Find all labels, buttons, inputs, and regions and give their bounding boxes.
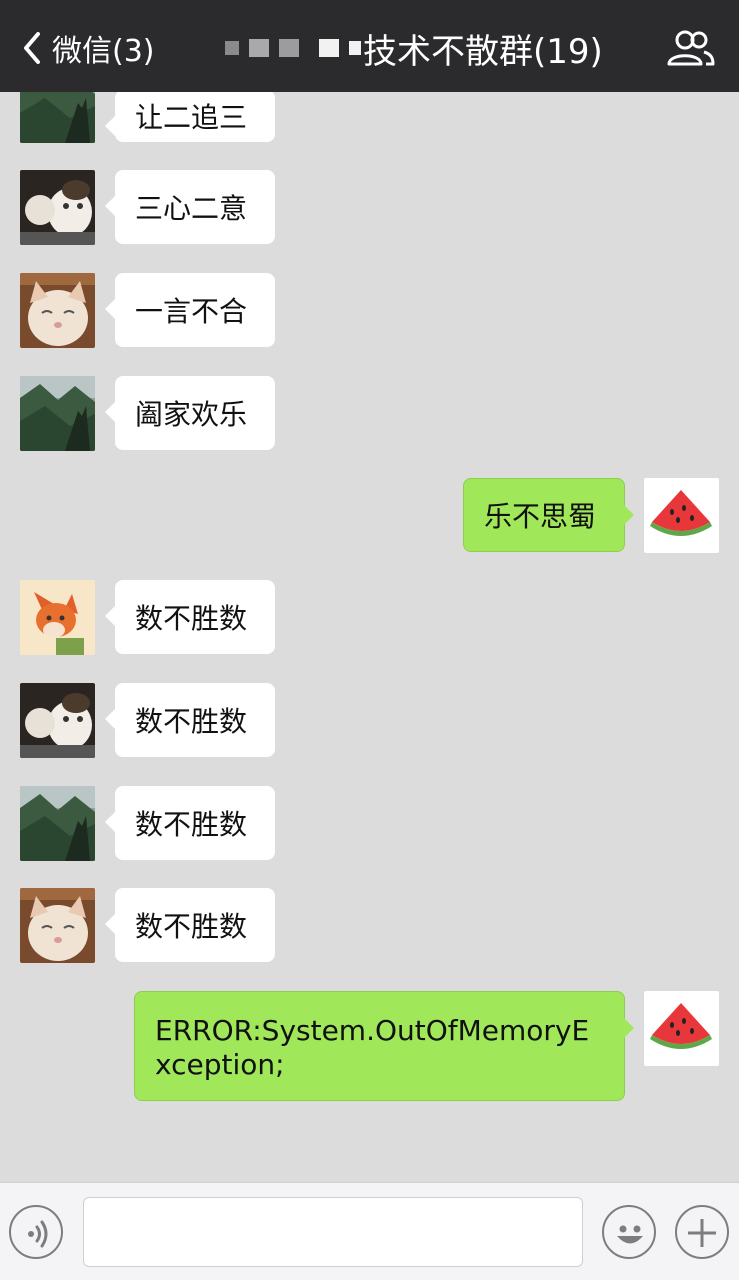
message-bubble[interactable]: 三心二意 <box>105 170 275 244</box>
message-bubble[interactable]: 让二追三 <box>105 92 275 142</box>
smiling-cat-avatar[interactable] <box>20 888 95 963</box>
page-title: 技术不散群(19) <box>363 31 603 72</box>
message-text: 数不胜数 <box>135 705 248 738</box>
watermelon-avatar[interactable] <box>644 478 719 553</box>
message-list[interactable]: 让二追三 三心二意 一言不合 阖家欢乐 乐不思蜀 数不胜数 数不胜数 数不胜数 … <box>0 92 739 1182</box>
message-bubble[interactable]: 数不胜数 <box>105 580 275 654</box>
voice-icon <box>28 1220 48 1248</box>
back-label: 微信(3) <box>52 34 155 69</box>
message-text: 数不胜数 <box>135 808 248 841</box>
redacted-mark <box>319 39 339 57</box>
message-input[interactable] <box>83 1197 583 1267</box>
message-text: 一言不合 <box>135 295 248 328</box>
chat-header: 微信(3) 技术不散群(19) <box>0 0 739 92</box>
message-bubble[interactable]: 一言不合 <box>105 273 275 347</box>
back-button[interactable]: 微信(3) <box>18 24 155 72</box>
fox-avatar[interactable] <box>20 580 95 655</box>
more-button[interactable] <box>675 1205 729 1259</box>
watermelon-avatar[interactable] <box>644 991 719 1066</box>
cat-paw-avatar[interactable] <box>20 683 95 758</box>
landscape-avatar[interactable] <box>20 376 95 451</box>
chevron-left-icon <box>24 32 40 64</box>
landscape-avatar[interactable] <box>20 92 95 143</box>
voice-button[interactable] <box>9 1205 63 1259</box>
emoji-button[interactable] <box>602 1205 656 1259</box>
message-text: 乐不思蜀 <box>484 500 597 533</box>
message-bubble[interactable]: 数不胜数 <box>105 888 275 962</box>
smiling-cat-avatar[interactable] <box>20 273 95 348</box>
input-bar <box>0 1182 739 1280</box>
group-members-icon[interactable] <box>666 28 716 68</box>
message-text: 数不胜数 <box>135 910 248 943</box>
message-bubble[interactable]: 乐不思蜀 <box>463 478 634 552</box>
redacted-mark <box>279 39 299 57</box>
redacted-mark <box>225 41 239 55</box>
message-text: 让二追三 <box>135 101 248 134</box>
message-bubble[interactable]: ERROR:System.OutOfMemoryException; <box>134 991 634 1101</box>
message-text: ERROR:System.OutOfMemoryException; <box>155 1014 590 1081</box>
landscape-avatar[interactable] <box>20 786 95 861</box>
message-text: 阖家欢乐 <box>135 398 248 431</box>
chat-title-area: 技术不散群(19) <box>225 24 603 72</box>
message-bubble[interactable]: 阖家欢乐 <box>105 376 275 450</box>
cat-paw-avatar[interactable] <box>20 170 95 245</box>
message-text: 三心二意 <box>135 192 248 225</box>
message-bubble[interactable]: 数不胜数 <box>105 683 275 757</box>
emoji-icon <box>617 1225 643 1244</box>
message-bubble[interactable]: 数不胜数 <box>105 786 275 860</box>
redacted-mark <box>349 41 361 55</box>
message-text: 数不胜数 <box>135 602 248 635</box>
plus-icon <box>688 1219 716 1247</box>
redacted-mark <box>249 39 269 57</box>
